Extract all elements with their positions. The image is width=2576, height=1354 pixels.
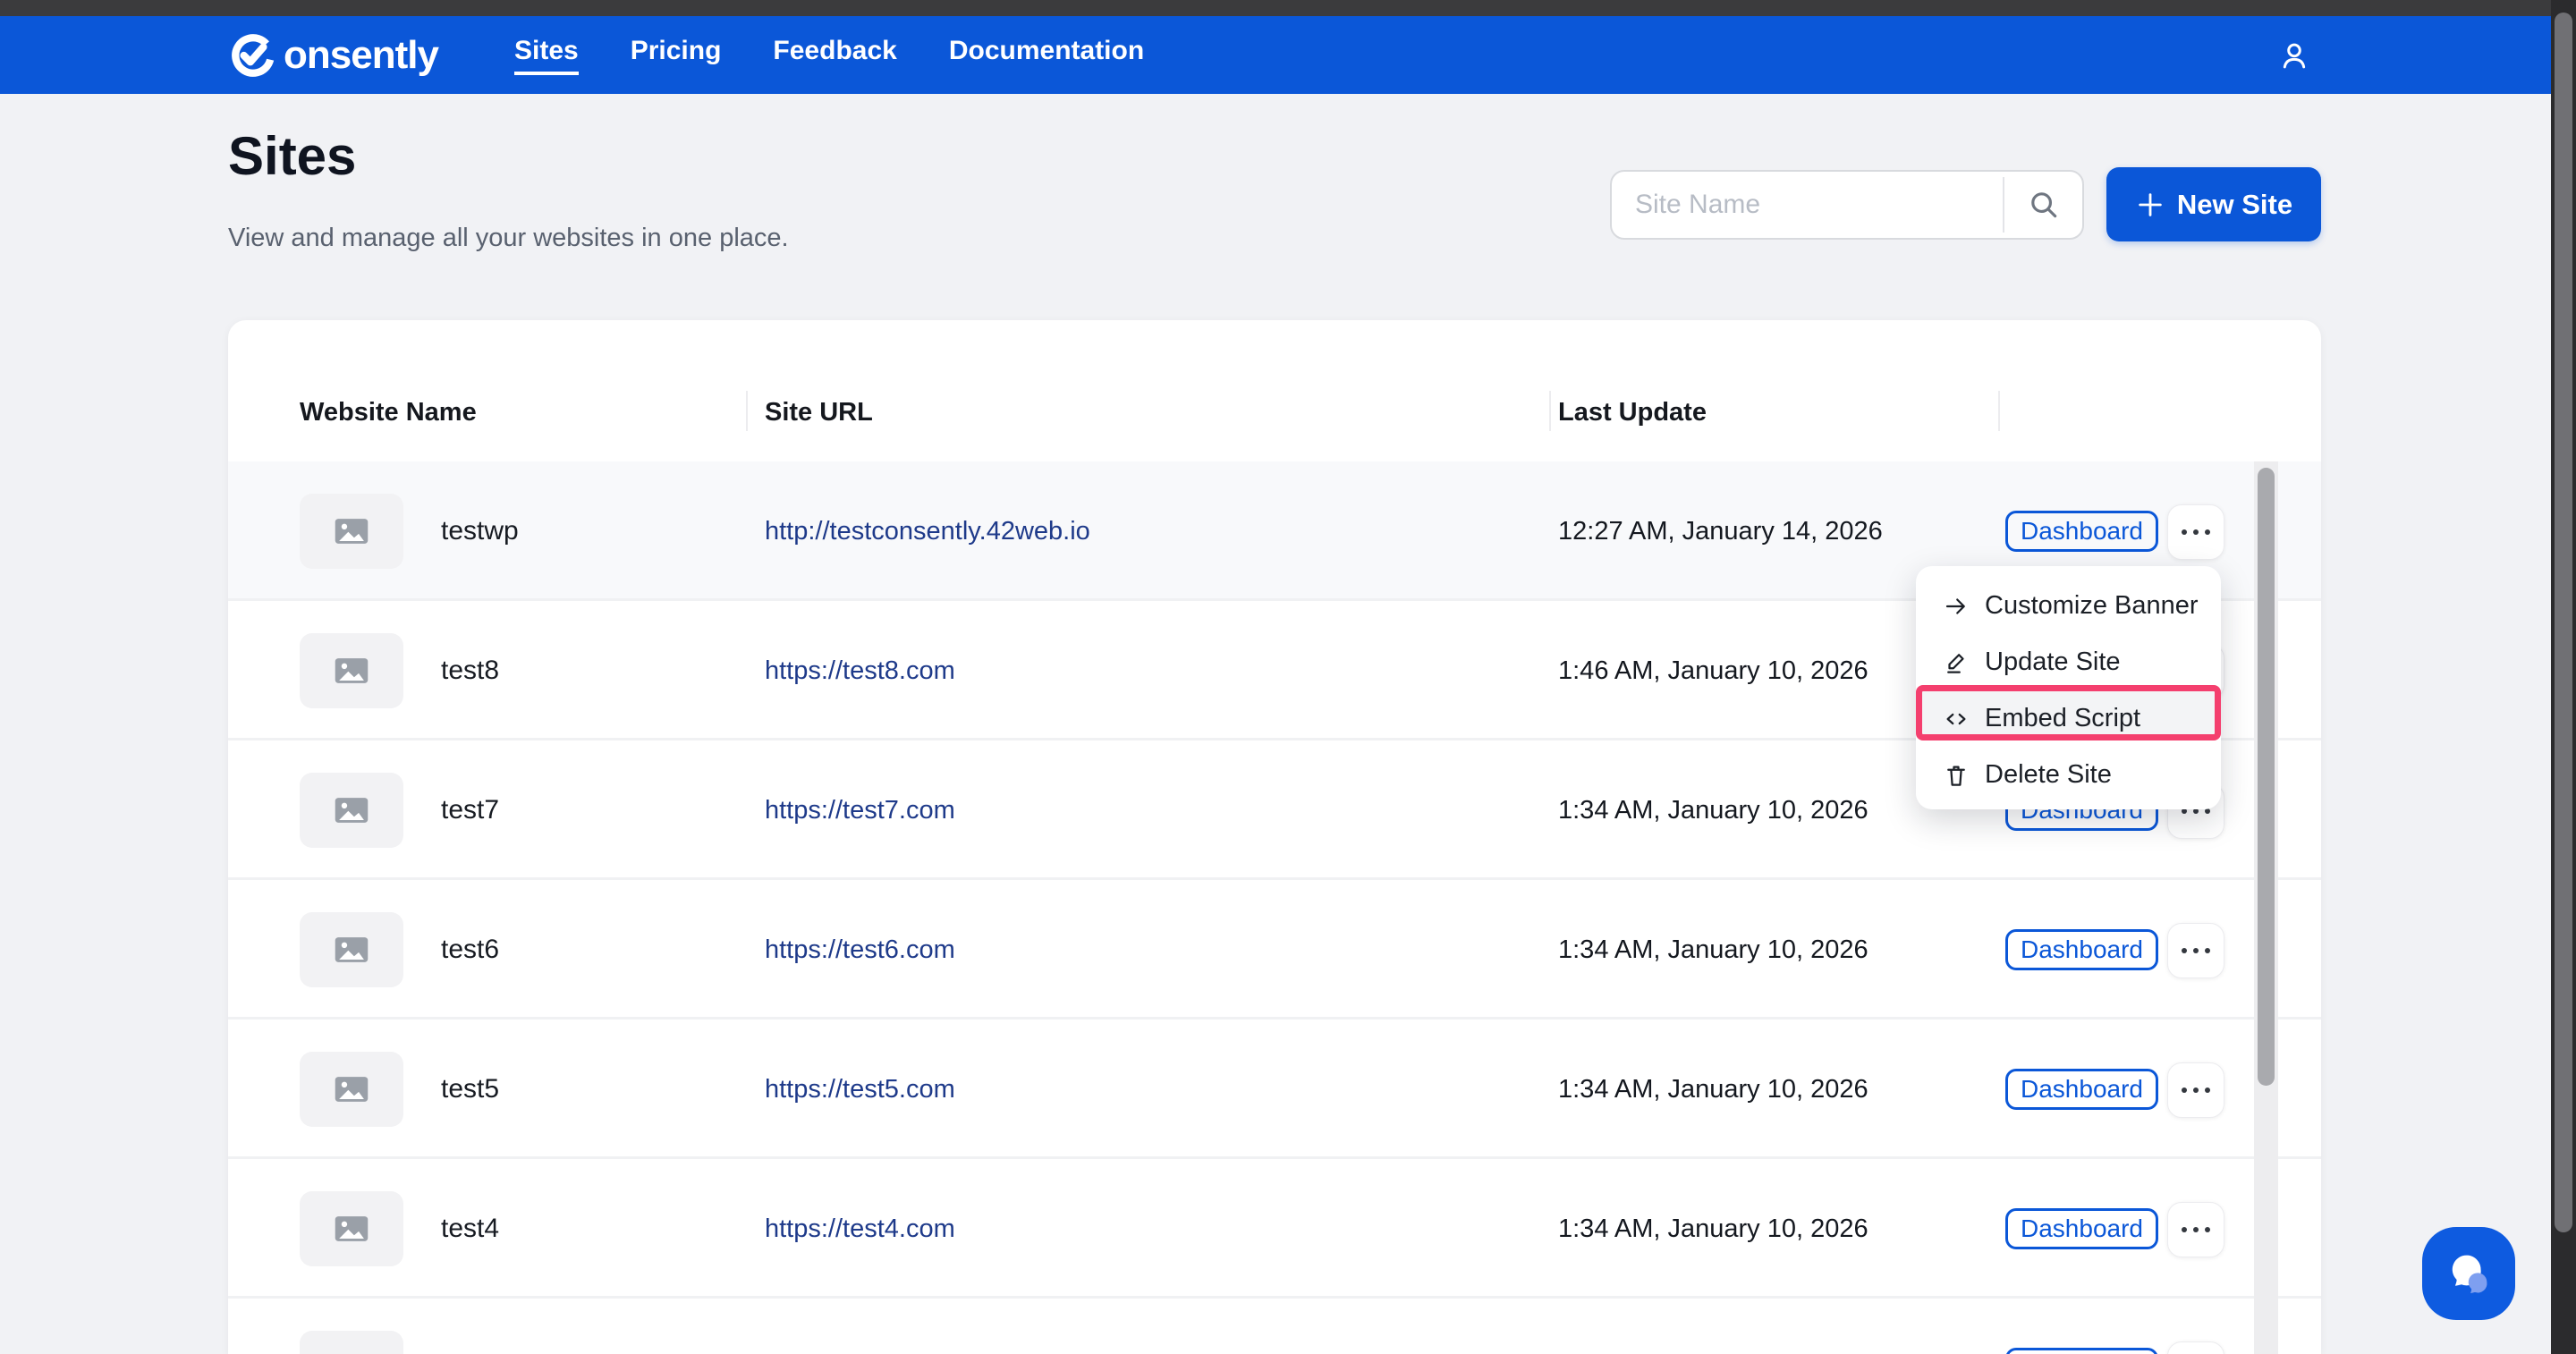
menu-item-embed-script[interactable]: Embed Script bbox=[1916, 690, 2221, 747]
site-name: test4 bbox=[441, 1214, 499, 1244]
search-icon bbox=[2027, 188, 2061, 222]
image-placeholder-icon bbox=[335, 518, 369, 545]
site-thumbnail bbox=[300, 1331, 403, 1354]
dashboard-button[interactable]: Dashboard bbox=[2005, 511, 2158, 552]
site-name: testwp bbox=[441, 516, 519, 546]
table-row: Dashboard bbox=[228, 1299, 2321, 1354]
edit-icon bbox=[1943, 649, 1970, 676]
nav-item-documentation[interactable]: Documentation bbox=[949, 36, 1144, 75]
navbar: onsently Sites Pricing Feedback Documentati… bbox=[0, 16, 2551, 94]
window-top-edge bbox=[0, 0, 2576, 16]
table-row: test4 https://test4.com 1:34 AM, January… bbox=[228, 1159, 2321, 1299]
menu-item-label: Embed Script bbox=[1985, 704, 2140, 733]
search-button[interactable] bbox=[2004, 172, 2082, 238]
site-thumbnail bbox=[300, 912, 403, 987]
image-placeholder-icon bbox=[335, 657, 369, 684]
page-title: Sites bbox=[228, 125, 356, 187]
site-name: test6 bbox=[441, 935, 499, 965]
site-thumbnail bbox=[300, 633, 403, 708]
trash-icon bbox=[1943, 762, 1970, 789]
window-scrollbar[interactable] bbox=[2551, 0, 2576, 1354]
site-thumbnail bbox=[300, 1191, 403, 1266]
primary-nav: Sites Pricing Feedback Documentation bbox=[514, 16, 1144, 94]
last-update: 1:34 AM, January 10, 2026 bbox=[1558, 1214, 1868, 1244]
window-scrollbar-thumb[interactable] bbox=[2555, 13, 2572, 1232]
divider bbox=[1549, 391, 1551, 431]
row-menu-button[interactable] bbox=[2167, 1062, 2224, 1118]
site-name: test8 bbox=[441, 656, 499, 686]
row-menu-button[interactable] bbox=[2167, 923, 2224, 978]
brand-logo[interactable]: onsently bbox=[228, 16, 438, 94]
sites-table-card: Website Name Site URL Last Update testwp… bbox=[228, 320, 2321, 1354]
dashboard-button[interactable]: Dashboard bbox=[2005, 1208, 2158, 1249]
plus-icon bbox=[2135, 190, 2165, 220]
site-url-link[interactable]: https://test4.com bbox=[765, 1214, 955, 1244]
site-url-link[interactable]: https://test7.com bbox=[765, 796, 955, 825]
menu-item-label: Delete Site bbox=[1985, 760, 2112, 790]
column-header-last-update: Last Update bbox=[1558, 398, 1707, 427]
page-subtitle: View and manage all your websites in one… bbox=[228, 224, 789, 253]
site-url-link[interactable]: https://test6.com bbox=[765, 935, 955, 965]
user-menu-button[interactable] bbox=[2273, 34, 2316, 77]
nav-item-pricing[interactable]: Pricing bbox=[631, 36, 722, 75]
dashboard-button[interactable]: Dashboard bbox=[2005, 1069, 2158, 1110]
logo-wordmark: onsently bbox=[284, 33, 438, 78]
site-url-link[interactable]: https://test8.com bbox=[765, 656, 955, 686]
site-name: test5 bbox=[441, 1074, 499, 1104]
site-thumbnail bbox=[300, 494, 403, 569]
dashboard-button[interactable]: Dashboard bbox=[2005, 1348, 2158, 1354]
menu-item-update-site[interactable]: Update Site bbox=[1916, 634, 2221, 690]
site-thumbnail bbox=[300, 1052, 403, 1127]
table-header: Website Name Site URL Last Update bbox=[228, 320, 2321, 461]
divider bbox=[746, 391, 748, 431]
nav-item-sites[interactable]: Sites bbox=[514, 36, 579, 75]
image-placeholder-icon bbox=[335, 797, 369, 824]
search-input[interactable] bbox=[1612, 172, 2020, 238]
column-header-website-name: Website Name bbox=[300, 398, 477, 427]
chat-widget-button[interactable] bbox=[2422, 1227, 2515, 1320]
last-update: 12:27 AM, January 14, 2026 bbox=[1558, 517, 1883, 546]
site-thumbnail bbox=[300, 773, 403, 848]
last-update: 1:34 AM, January 10, 2026 bbox=[1558, 796, 1868, 825]
row-menu-button[interactable] bbox=[2167, 504, 2224, 560]
column-header-site-url: Site URL bbox=[765, 398, 873, 427]
dashboard-button[interactable]: Dashboard bbox=[2005, 929, 2158, 970]
arrow-right-icon bbox=[1943, 593, 1970, 620]
site-url-link[interactable]: http://testconsently.42web.io bbox=[765, 517, 1090, 546]
code-icon bbox=[1943, 706, 1970, 732]
menu-item-label: Update Site bbox=[1985, 647, 2121, 677]
table-row: test6 https://test6.com 1:34 AM, January… bbox=[228, 880, 2321, 1020]
row-menu-button[interactable] bbox=[2167, 1341, 2224, 1354]
nav-item-feedback[interactable]: Feedback bbox=[773, 36, 896, 75]
table-row: test5 https://test5.com 1:34 AM, January… bbox=[228, 1020, 2321, 1159]
menu-item-customize-banner[interactable]: Customize Banner bbox=[1916, 578, 2221, 634]
table-scrollbar[interactable] bbox=[2254, 461, 2278, 1354]
site-name: test7 bbox=[441, 795, 499, 825]
menu-item-delete-site[interactable]: Delete Site bbox=[1916, 747, 2221, 803]
new-site-label: New Site bbox=[2177, 189, 2292, 221]
site-search bbox=[1610, 170, 2084, 240]
image-placeholder-icon bbox=[335, 1215, 369, 1242]
last-update: 1:34 AM, January 10, 2026 bbox=[1558, 1075, 1868, 1104]
row-actions-menu: Customize Banner Update Site Embed Scrip… bbox=[1916, 566, 2221, 809]
table-scrollbar-thumb[interactable] bbox=[2258, 468, 2275, 1086]
divider bbox=[1998, 391, 2000, 431]
last-update: 1:34 AM, January 10, 2026 bbox=[1558, 935, 1868, 965]
app-window: onsently Sites Pricing Feedback Documentati… bbox=[0, 0, 2576, 1354]
menu-item-label: Customize Banner bbox=[1985, 591, 2199, 621]
new-site-button[interactable]: New Site bbox=[2106, 167, 2321, 241]
row-menu-button[interactable] bbox=[2167, 1202, 2224, 1257]
site-url-link[interactable]: https://test5.com bbox=[765, 1075, 955, 1104]
user-icon bbox=[2278, 36, 2310, 75]
last-update: 1:46 AM, January 10, 2026 bbox=[1558, 656, 1868, 686]
chat-bubbles-icon bbox=[2441, 1246, 2496, 1301]
image-placeholder-icon bbox=[335, 936, 369, 963]
menu-items: Customize Banner Update Site Embed Scrip… bbox=[1916, 578, 2221, 803]
logo-check-icon bbox=[228, 30, 278, 80]
image-placeholder-icon bbox=[335, 1076, 369, 1103]
